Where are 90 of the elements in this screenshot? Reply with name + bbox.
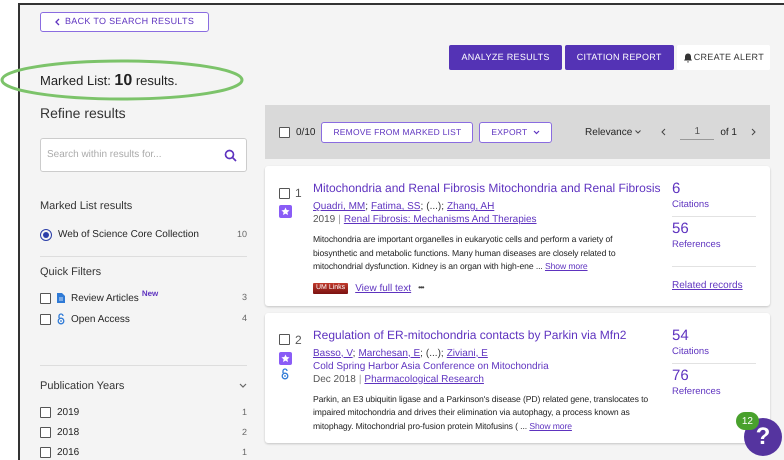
search-icon[interactable] xyxy=(224,149,237,162)
date-separator: | xyxy=(358,372,362,386)
filter-label[interactable]: Open Access xyxy=(71,312,130,326)
checkbox[interactable] xyxy=(279,126,290,138)
sort-dropdown[interactable]: Relevance xyxy=(585,124,642,140)
back-button[interactable]: BACK TO SEARCH RESULTS xyxy=(40,12,210,32)
author-link[interactable]: Marchesan, E xyxy=(358,348,420,358)
references-label[interactable]: References xyxy=(672,238,756,252)
author-separator: ; xyxy=(365,201,368,212)
author-ellipsis: (...) xyxy=(426,348,441,358)
checkbox[interactable] xyxy=(279,188,290,198)
show-more-link[interactable]: Show more xyxy=(544,261,588,271)
chevron-left-icon xyxy=(55,18,60,26)
citation-count[interactable]: 54 xyxy=(672,326,756,344)
result-count: 10 xyxy=(236,228,247,241)
marked-star-icon xyxy=(279,352,292,364)
reference-count[interactable]: 76 xyxy=(672,366,756,385)
full-text-link[interactable]: View full text xyxy=(355,280,412,296)
action-button[interactable]: ANALYZE RESULTS xyxy=(449,45,562,70)
related-records-link[interactable]: Related records xyxy=(672,280,743,290)
author-link[interactable]: Ziviani, E xyxy=(446,348,488,358)
open-access-icon xyxy=(281,368,289,380)
publication-date: 2019 xyxy=(313,213,336,226)
citations-label[interactable]: Citations xyxy=(672,198,756,212)
result-count: 1 xyxy=(242,446,247,459)
checkbox[interactable] xyxy=(40,314,51,324)
result-count: 1 xyxy=(242,406,247,419)
checkbox[interactable] xyxy=(40,292,51,304)
page-total: of 1 xyxy=(720,126,737,140)
source-link[interactable]: Renal Fibrosis: Mechanisms And Therapies xyxy=(344,213,537,226)
author-link[interactable]: Zhang, AH xyxy=(447,201,494,212)
collection-label[interactable]: Web of Science Core Collection xyxy=(58,227,231,242)
year-label[interactable]: 2018 xyxy=(57,425,236,440)
show-more-link[interactable]: Show more xyxy=(529,420,572,430)
abstract-text: Mitochondria are important organelles in eukaryotic cells and perform a variety of biosynthetic and metabolic functions. Many human diseases are closely related to mitochondrial dysfunction. Kidney is an organ with high-ene ... Show more xyxy=(313,233,617,273)
bell-icon xyxy=(682,52,693,62)
result-count: 2 xyxy=(242,426,247,439)
radio-button[interactable] xyxy=(40,228,52,240)
checkbox[interactable] xyxy=(279,334,290,345)
checkbox[interactable] xyxy=(40,407,51,418)
refine-results-title: Refine results xyxy=(40,104,127,124)
citation-count[interactable]: 6 xyxy=(672,180,756,198)
more-options-button[interactable]: ••• xyxy=(418,282,424,294)
result-number: 2 xyxy=(295,332,302,348)
author-ellipsis: (...) xyxy=(426,201,442,212)
publication-date: Dec 2018 xyxy=(313,372,356,386)
source-link[interactable]: Pharmacological Research xyxy=(364,372,484,386)
year-label[interactable]: 2019 xyxy=(57,405,236,420)
date-separator: | xyxy=(338,213,341,226)
checkbox[interactable] xyxy=(40,427,51,438)
section-title: Marked List results xyxy=(40,198,134,214)
section-title: Quick Filters xyxy=(40,265,102,280)
create-alert-button[interactable]: CREATE ALERT xyxy=(676,45,770,70)
document-icon xyxy=(57,293,65,303)
search-field[interactable]: Search within results for... xyxy=(40,138,247,172)
reference-count[interactable]: 56 xyxy=(672,220,756,238)
section-title: Publication Years xyxy=(40,378,124,394)
author-separator: ; xyxy=(440,348,444,358)
author-link[interactable]: Basso, V xyxy=(313,348,353,358)
page-field[interactable]: 1 xyxy=(680,124,714,140)
result-count: 4 xyxy=(242,312,247,326)
export-button[interactable]: EXPORT xyxy=(479,122,552,142)
checkbox[interactable] xyxy=(40,447,51,458)
author-separator: ; xyxy=(352,348,356,358)
author-separator: ; xyxy=(420,348,423,358)
author-separator: ; xyxy=(420,201,424,212)
result-number: 1 xyxy=(295,185,302,202)
abstract-text: Parkin, an E3 ubiquitin ligase and a Parkinson's disease (PD) related gene, translocates to impaired mitochondria and drives their elimination via autophagy, a process known as mitophagy. Mitochondrial pro-fusion protein Mitofusins ( ... Show more xyxy=(313,392,650,433)
author-link[interactable]: Quadri, MM xyxy=(313,201,366,212)
conference-name[interactable]: Cold Spring Harbor Asia Conference on Mitochondria xyxy=(313,360,656,372)
new-label: New xyxy=(142,288,158,300)
references-label[interactable]: References xyxy=(672,384,756,399)
selection-count: 0/10 xyxy=(296,126,316,140)
filter-label[interactable]: Review Articles xyxy=(71,290,139,306)
marked-list-heading: Marked List: 10 results. xyxy=(40,71,179,92)
citations-label[interactable]: Citations xyxy=(672,344,756,359)
author-link[interactable]: Fatima, SS xyxy=(371,201,420,212)
chevron-down-icon xyxy=(533,130,540,134)
marked-star-icon xyxy=(279,205,292,218)
result-count: 3 xyxy=(242,291,247,304)
chevron-down-icon[interactable] xyxy=(239,382,247,389)
previous-page-icon[interactable] xyxy=(661,128,666,136)
author-separator: ; xyxy=(441,201,444,212)
next-page-icon[interactable] xyxy=(751,128,756,136)
result-title[interactable]: Regulation of ER-mitochondria contacts by Parkin via Mfn2 xyxy=(313,326,656,344)
chevron-down-icon xyxy=(635,130,642,134)
open-access-icon xyxy=(57,313,65,325)
year-label[interactable]: 2016 xyxy=(57,445,236,460)
remove-button[interactable]: REMOVE FROM MARKED LIST xyxy=(321,122,474,142)
action-button[interactable]: CITATION REPORT xyxy=(564,45,674,70)
